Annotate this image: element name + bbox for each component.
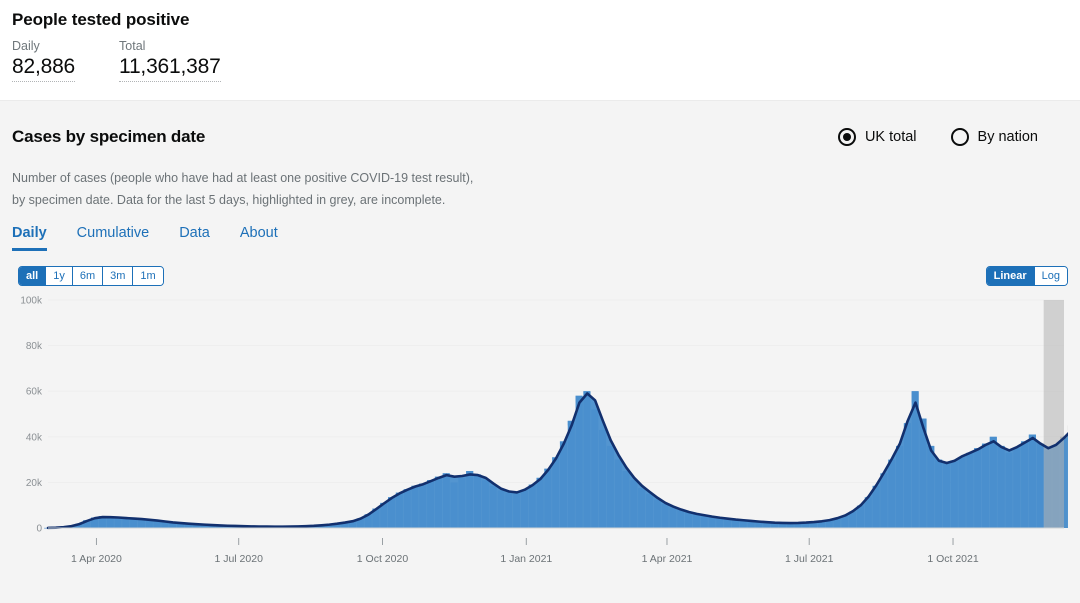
range-button-3m[interactable]: 3m — [103, 267, 134, 285]
metric-daily-value: 82,886 — [12, 54, 75, 82]
svg-text:60k: 60k — [26, 387, 43, 398]
svg-text:1 Apr 2021: 1 Apr 2021 — [642, 553, 693, 565]
chart-tabs: Daily Cumulative Data About — [12, 225, 1068, 251]
svg-text:1 Jul 2021: 1 Jul 2021 — [785, 553, 834, 565]
dashboard-page: People tested positive Daily 82,886 Tota… — [0, 0, 1080, 603]
chart-description-line-2: by specimen date. Data for the last 5 da… — [12, 193, 446, 207]
metric-total-label: Total — [119, 39, 146, 53]
radio-by-nation[interactable]: By nation — [950, 128, 1038, 146]
tab-about[interactable]: About — [240, 225, 278, 251]
svg-text:1 Apr 2020: 1 Apr 2020 — [71, 553, 122, 565]
svg-text:0: 0 — [36, 524, 42, 535]
metric-total: Total 11,361,387 — [119, 39, 221, 82]
svg-text:80k: 80k — [26, 341, 43, 352]
radio-uk-total-icon[interactable] — [837, 128, 856, 146]
page-title: People tested positive — [12, 10, 190, 29]
radio-by-nation-icon[interactable] — [950, 128, 969, 146]
summary-metrics: Daily 82,886 Total 11,361,387 — [12, 39, 1068, 82]
radio-by-nation-label: By nation — [977, 128, 1038, 145]
time-range-selector: all 1y 6m 3m 1m — [18, 266, 164, 286]
svg-text:1 Oct 2020: 1 Oct 2020 — [357, 553, 409, 565]
svg-text:40k: 40k — [26, 432, 43, 443]
range-button-1m[interactable]: 1m — [133, 267, 163, 285]
scale-button-linear[interactable]: Linear — [986, 267, 1035, 285]
metric-total-value: 11,361,387 — [119, 54, 221, 82]
svg-text:1 Jan 2021: 1 Jan 2021 — [500, 553, 552, 565]
metric-daily: Daily 82,886 — [12, 39, 75, 82]
card-header: Cases by specimen date UK total By natio… — [12, 101, 1068, 147]
chart-description-line-1: Number of cases (people who have had at … — [12, 171, 474, 185]
chart-controls: all 1y 6m 3m 1m Linear Log — [12, 266, 1068, 288]
svg-text:1 Jul 2020: 1 Jul 2020 — [214, 553, 263, 565]
chart-description: Number of cases (people who have had at … — [12, 167, 712, 211]
area-toggle-group: UK total By nation — [837, 128, 1068, 146]
tab-data[interactable]: Data — [179, 225, 210, 251]
chart-area: 0 20k 40k 60k 80k 100k 1 Apr 2020 1 Jul 2020 1 O… — [12, 292, 1068, 582]
tab-daily[interactable]: Daily — [12, 225, 47, 251]
cases-chart-svg[interactable]: 0 20k 40k 60k 80k 100k 1 Apr 2020 1 Jul 2020 1 O… — [12, 292, 1068, 580]
summary-panel: People tested positive Daily 82,886 Tota… — [0, 0, 1080, 100]
scale-selector: Linear Log — [985, 266, 1068, 286]
svg-text:20k: 20k — [26, 478, 43, 489]
chart-title: Cases by specimen date — [12, 127, 206, 146]
svg-text:1 Oct 2021: 1 Oct 2021 — [927, 553, 979, 565]
radio-uk-total-label: UK total — [864, 128, 917, 145]
scale-button-log[interactable]: Log — [1034, 267, 1067, 285]
cases-chart-card: Cases by specimen date UK total By natio… — [0, 100, 1080, 603]
range-button-all[interactable]: all — [19, 267, 47, 285]
range-button-1y[interactable]: 1y — [46, 267, 73, 285]
svg-text:100k: 100k — [20, 296, 43, 307]
metric-daily-label: Daily — [12, 39, 40, 53]
radio-uk-total[interactable]: UK total — [837, 128, 917, 146]
range-button-6m[interactable]: 6m — [72, 267, 104, 285]
tab-cumulative[interactable]: Cumulative — [77, 225, 150, 251]
